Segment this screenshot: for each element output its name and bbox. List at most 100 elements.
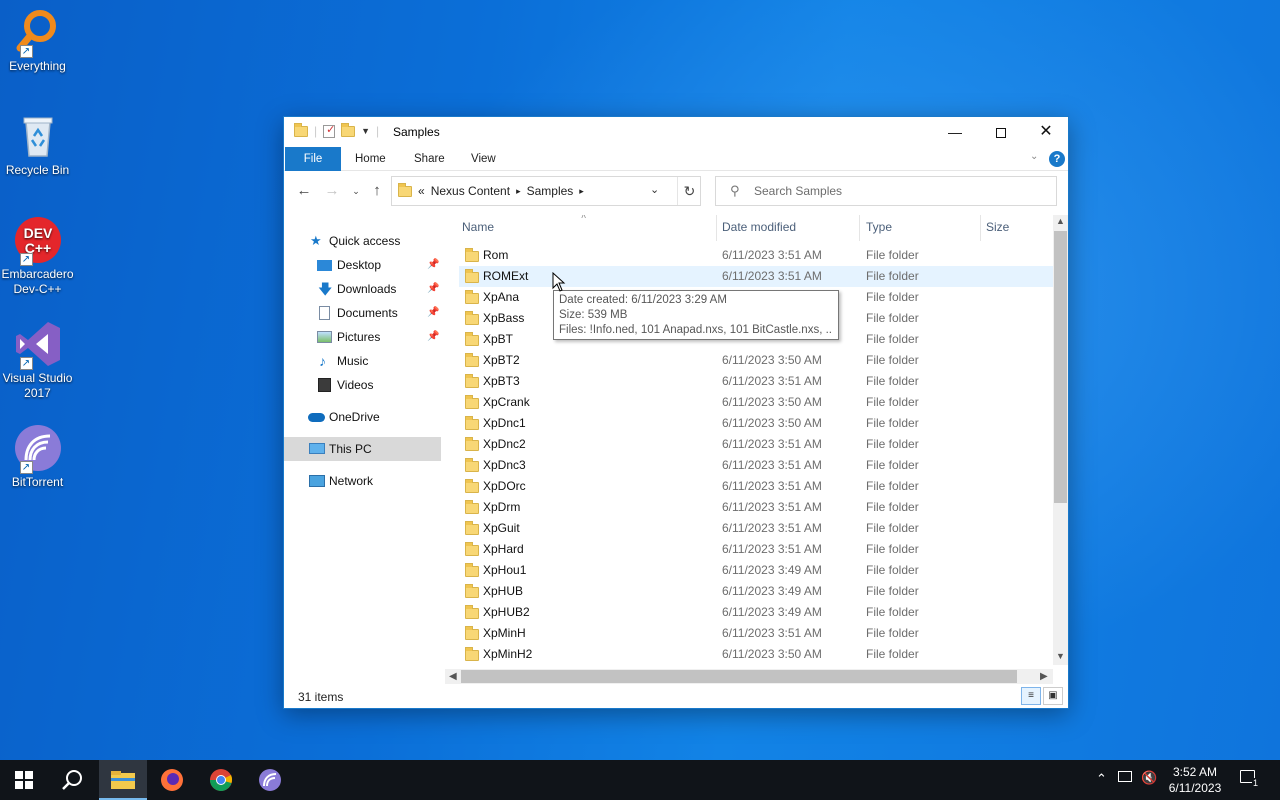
title-bar[interactable]: | ✓ ▼ | Samples — ✕ bbox=[284, 117, 1068, 147]
nav-item-this-pc[interactable]: This PC bbox=[284, 437, 441, 461]
new-folder-icon[interactable] bbox=[341, 122, 356, 137]
file-name: XpBT bbox=[483, 332, 514, 346]
file-row[interactable]: XpDnc1 6/11/2023 3:50 AM File folder bbox=[459, 413, 1053, 434]
desktop-icon-devcpp[interactable]: DEV C++ ↗ Embarcadero Dev-C++ bbox=[0, 216, 75, 297]
file-date-modified: 6/11/2023 3:51 AM bbox=[722, 374, 822, 388]
column-type[interactable]: Type bbox=[866, 220, 892, 234]
nav-item-videos[interactable]: Videos bbox=[284, 373, 441, 397]
file-row[interactable]: XpBT3 6/11/2023 3:51 AM File folder bbox=[459, 371, 1053, 392]
nav-item-desktop[interactable]: Desktop 📌 bbox=[284, 253, 441, 277]
horizontal-scroll-thumb[interactable] bbox=[461, 670, 1017, 683]
column-name[interactable]: Name bbox=[462, 220, 494, 234]
vertical-scrollbar[interactable]: ▲ ▼ bbox=[1053, 215, 1068, 665]
column-divider[interactable] bbox=[980, 215, 981, 241]
vertical-scroll-thumb[interactable] bbox=[1054, 231, 1067, 503]
folder-icon bbox=[465, 521, 479, 535]
scroll-right-arrow-icon[interactable]: ▶ bbox=[1040, 669, 1048, 684]
refresh-button[interactable]: ↻ bbox=[677, 177, 701, 205]
nav-item-music[interactable]: ♪ Music bbox=[284, 349, 441, 373]
desktop-icon-bittorrent[interactable]: ↗ BitTorrent bbox=[0, 424, 75, 490]
file-row[interactable]: XpDrm 6/11/2023 3:51 AM File folder bbox=[459, 497, 1053, 518]
nav-item-downloads[interactable]: 🡇 Downloads 📌 bbox=[284, 277, 441, 301]
search-icon: ⚲ bbox=[730, 183, 740, 198]
breadcrumb-nexus-content[interactable]: Nexus Content bbox=[431, 184, 510, 198]
taskbar-file-explorer[interactable] bbox=[99, 760, 147, 800]
show-hidden-icons-chevron-icon[interactable]: ⌃ bbox=[1096, 771, 1107, 800]
pin-icon[interactable]: 📌 bbox=[427, 253, 439, 277]
taskbar-bittorrent[interactable] bbox=[246, 760, 294, 800]
search-input[interactable] bbox=[754, 183, 1044, 199]
file-row[interactable]: XpDnc3 6/11/2023 3:51 AM File folder bbox=[459, 455, 1053, 476]
nav-item-quick-access[interactable]: ★ Quick access bbox=[284, 229, 441, 253]
nav-item-network[interactable]: Network bbox=[284, 469, 441, 493]
file-row[interactable]: XpHou1 6/11/2023 3:49 AM File folder bbox=[459, 560, 1053, 581]
nav-item-label: OneDrive bbox=[329, 410, 380, 424]
pin-icon[interactable]: 📌 bbox=[427, 277, 439, 301]
nav-item-pictures[interactable]: Pictures 📌 bbox=[284, 325, 441, 349]
file-row[interactable]: Rom 6/11/2023 3:51 AM File folder bbox=[459, 245, 1053, 266]
folder-icon bbox=[465, 416, 479, 430]
address-dropdown-chevron-icon[interactable]: ⌄ bbox=[650, 183, 659, 196]
desktop-icon-everything[interactable]: ↗ Everything bbox=[0, 8, 75, 74]
file-row[interactable]: ROMExt 6/11/2023 3:51 AM File folder bbox=[459, 266, 1053, 287]
chevron-right-icon[interactable]: ▸ bbox=[579, 186, 584, 197]
minimize-button[interactable]: — bbox=[932, 117, 978, 147]
start-button[interactable] bbox=[0, 760, 48, 800]
close-button[interactable]: ✕ bbox=[1023, 117, 1069, 147]
breadcrumb-samples[interactable]: Samples bbox=[527, 184, 574, 198]
column-size[interactable]: Size bbox=[986, 220, 1009, 234]
file-row[interactable]: XpCrank 6/11/2023 3:50 AM File folder bbox=[459, 392, 1053, 413]
clock[interactable]: 3:52 AM 6/11/2023 bbox=[1160, 764, 1230, 796]
network-status-icon[interactable] bbox=[1118, 771, 1132, 800]
address-bar[interactable]: « Nexus Content ▸ Samples ▸ ⌄ ↻ bbox=[391, 176, 701, 206]
column-divider[interactable] bbox=[716, 215, 717, 241]
file-row[interactable]: XpHUB 6/11/2023 3:49 AM File folder bbox=[459, 581, 1053, 602]
large-icons-view-icon[interactable]: ▣ bbox=[1043, 687, 1063, 705]
expand-ribbon-chevron-icon[interactable]: ⌄ bbox=[1030, 151, 1038, 162]
tab-file[interactable]: File bbox=[285, 147, 341, 171]
column-date-modified[interactable]: Date modified bbox=[722, 220, 796, 234]
back-arrow-icon[interactable]: ← bbox=[294, 182, 314, 199]
horizontal-scrollbar[interactable]: ◀ ▶ bbox=[445, 669, 1053, 684]
file-row[interactable]: XpHUB2 6/11/2023 3:49 AM File folder bbox=[459, 602, 1053, 623]
up-arrow-icon[interactable]: ↑ bbox=[367, 182, 387, 199]
file-type: File folder bbox=[866, 311, 919, 325]
file-row[interactable]: XpMinH2 6/11/2023 3:50 AM File folder bbox=[459, 644, 1053, 665]
tab-home[interactable]: Home bbox=[341, 147, 400, 171]
pin-icon[interactable]: 📌 bbox=[427, 301, 439, 325]
details-view-icon[interactable]: ≡ bbox=[1021, 687, 1041, 705]
breadcrumb-overflow[interactable]: « bbox=[418, 184, 425, 198]
documents-icon bbox=[319, 306, 330, 320]
file-row[interactable]: XpMinH 6/11/2023 3:51 AM File folder bbox=[459, 623, 1053, 644]
forward-arrow-icon[interactable]: → bbox=[322, 182, 342, 199]
file-row[interactable]: XpDOrc 6/11/2023 3:51 AM File folder bbox=[459, 476, 1053, 497]
scroll-left-arrow-icon[interactable]: ◀ bbox=[449, 669, 457, 684]
help-button[interactable]: ? bbox=[1049, 151, 1065, 167]
desktop-icon-recycle-bin[interactable]: Recycle Bin bbox=[0, 112, 75, 178]
nav-item-onedrive[interactable]: OneDrive bbox=[284, 405, 441, 429]
file-row[interactable]: XpBT2 6/11/2023 3:50 AM File folder bbox=[459, 350, 1053, 371]
nav-item-documents[interactable]: Documents 📌 bbox=[284, 301, 441, 325]
action-center-button[interactable]: 1 bbox=[1240, 770, 1264, 800]
customize-toolbar-icon[interactable]: ▼ bbox=[361, 126, 370, 136]
volume-muted-icon[interactable]: 🔇 bbox=[1141, 770, 1157, 800]
maximize-button[interactable] bbox=[978, 117, 1024, 147]
pin-icon[interactable]: 📌 bbox=[427, 325, 439, 349]
file-row[interactable]: XpDnc2 6/11/2023 3:51 AM File folder bbox=[459, 434, 1053, 455]
file-row[interactable]: XpGuit 6/11/2023 3:51 AM File folder bbox=[459, 518, 1053, 539]
desktop-icon-visual-studio[interactable]: ↗ Visual Studio 2017 bbox=[0, 320, 75, 401]
scroll-down-arrow-icon[interactable]: ▼ bbox=[1053, 651, 1068, 661]
file-row[interactable]: XpHard 6/11/2023 3:51 AM File folder bbox=[459, 539, 1053, 560]
tab-view[interactable]: View bbox=[457, 147, 510, 171]
recent-locations-chevron-icon[interactable]: ⌄ bbox=[346, 186, 366, 197]
taskbar-chrome[interactable] bbox=[197, 760, 245, 800]
search-box[interactable]: ⚲ bbox=[715, 176, 1057, 206]
scroll-up-arrow-icon[interactable]: ▲ bbox=[1053, 216, 1068, 226]
taskbar-firefox[interactable] bbox=[148, 760, 196, 800]
search-taskbar-button[interactable] bbox=[48, 760, 96, 800]
column-divider[interactable] bbox=[859, 215, 860, 241]
file-date-modified: 6/11/2023 3:50 AM bbox=[722, 416, 822, 430]
chevron-right-icon[interactable]: ▸ bbox=[516, 186, 521, 197]
properties-icon[interactable]: ✓ bbox=[323, 124, 335, 138]
tab-share[interactable]: Share bbox=[400, 147, 459, 171]
